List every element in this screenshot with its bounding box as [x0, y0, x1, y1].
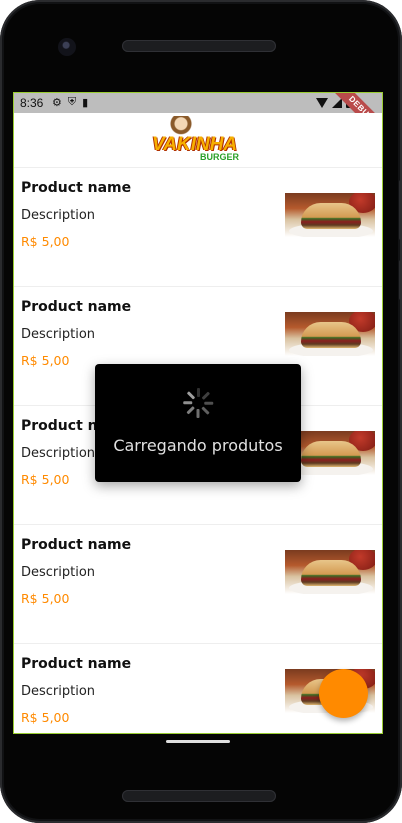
product-image [285, 550, 375, 594]
bottom-speaker [122, 790, 276, 802]
product-name: Product name [21, 537, 132, 553]
product-description: Description [21, 565, 96, 580]
loading-dialog: Carregando produtos [95, 364, 301, 482]
sd-card-icon: ▮ [82, 97, 89, 109]
product-price: R$ 5,00 [21, 710, 70, 725]
home-indicator[interactable] [166, 740, 230, 743]
product-image [285, 193, 375, 237]
status-bar: 8:36 ⚙ ⛨ ▮ DEBUG [14, 93, 382, 146]
product-image [285, 312, 375, 356]
loading-message: Carregando produtos [113, 436, 283, 455]
product-item[interactable]: Product name Description R$ 5,00 [14, 168, 382, 287]
product-name: Product name [21, 656, 132, 672]
product-price: R$ 5,00 [21, 472, 70, 487]
product-description: Description [21, 684, 96, 699]
cart-fab-button[interactable] [319, 669, 368, 718]
gear-icon: ⚙ [52, 97, 62, 109]
vakinha-burger-logo: VAKINHA BURGER [152, 116, 246, 164]
product-price: R$ 5,00 [21, 234, 70, 249]
loading-spinner-icon [183, 388, 214, 418]
app-bar: VAKINHA BURGER [14, 113, 382, 168]
product-name: Product name [21, 299, 132, 315]
shield-icon: ⛨ [67, 96, 77, 108]
status-time: 8:36 [20, 96, 44, 110]
product-description: Description [21, 327, 96, 342]
product-price: R$ 5,00 [21, 353, 70, 368]
earpiece-speaker [122, 40, 276, 52]
wifi-icon [316, 97, 328, 108]
logo-sub-text: BURGER [200, 152, 240, 162]
product-description: Description [21, 446, 96, 461]
phone-frame: 8:36 ⚙ ⛨ ▮ DEBUG VAKINHA BURGER Product [0, 0, 402, 823]
product-name: Product name [21, 180, 132, 196]
status-icons-left: ⚙ ⛨ ▮ [52, 96, 88, 109]
front-camera [58, 38, 76, 56]
product-item[interactable]: Product name Description R$ 5,00 [14, 525, 382, 644]
product-price: R$ 5,00 [21, 591, 70, 606]
product-description: Description [21, 208, 96, 223]
